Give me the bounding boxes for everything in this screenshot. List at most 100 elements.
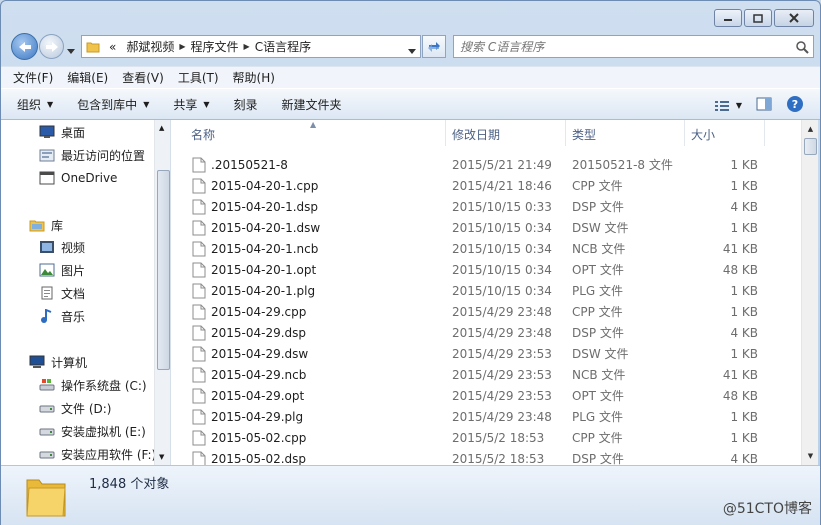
column-divider[interactable] — [445, 120, 446, 146]
column-header-date[interactable]: 修改日期 — [452, 126, 500, 143]
menu-edit[interactable]: 编辑(E) — [67, 69, 108, 86]
file-row[interactable]: 2015-04-29.plg 2015/4/29 23:48 PLG 文件 1 KB — [172, 406, 801, 427]
menu-help[interactable]: 帮助(H) — [233, 69, 275, 86]
file-name-cell[interactable]: 2015-04-29.plg — [192, 409, 303, 425]
file-name-cell[interactable]: 2015-04-29.dsp — [192, 325, 306, 341]
file-name-cell[interactable]: 2015-04-20-1.ncb — [192, 241, 318, 257]
nav-item-documents[interactable]: 文档 — [39, 282, 85, 304]
scroll-up-icon[interactable]: ▲ — [804, 122, 817, 136]
breadcrumb-item[interactable]: 程序文件 — [191, 38, 239, 55]
search-icon[interactable] — [795, 40, 809, 54]
recent-pages-dropdown[interactable] — [67, 43, 75, 57]
file-row[interactable]: 2015-04-20-1.ncb 2015/10/15 0:34 NCB 文件 41 … — [172, 238, 801, 259]
file-name-cell[interactable]: 2015-04-29.opt — [192, 388, 304, 404]
nav-item-music[interactable]: 音乐 — [39, 305, 85, 327]
share-button[interactable]: 共享 ▼ — [173, 96, 209, 113]
file-type: DSP 文件 — [572, 452, 624, 465]
column-header-size[interactable]: 大小 — [691, 126, 715, 143]
breadcrumb-item[interactable]: 郝斌视频 — [126, 38, 174, 55]
nav-item-drive-e[interactable]: 安装虚拟机 (E:) — [39, 420, 146, 442]
breadcrumb-separator-icon[interactable]: ▶ — [179, 42, 185, 51]
file-row[interactable]: 2015-05-02.dsp 2015/5/2 18:53 DSP 文件 4 KB — [172, 448, 801, 465]
nav-item-videos[interactable]: 视频 — [39, 236, 85, 258]
file-row[interactable]: 2015-04-20-1.plg 2015/10/15 0:34 PLG 文件 1 K… — [172, 280, 801, 301]
file-name-cell[interactable]: 2015-04-29.ncb — [192, 367, 306, 383]
file-name-cell[interactable]: 2015-05-02.cpp — [192, 430, 306, 446]
back-button[interactable] — [11, 33, 38, 60]
file-row[interactable]: 2015-05-02.cpp 2015/5/2 18:53 CPP 文件 1 KB — [172, 427, 801, 448]
include-in-library-label: 包含到库中 — [77, 97, 138, 112]
nav-item-drive-c[interactable]: 操作系统盘 (C:) — [39, 374, 147, 396]
forward-button[interactable] — [39, 34, 64, 59]
scrollbar-thumb[interactable] — [157, 170, 170, 370]
file-type: PLG 文件 — [572, 410, 624, 424]
minimize-button[interactable] — [714, 9, 742, 27]
menu-tools[interactable]: 工具(T) — [178, 69, 219, 86]
nav-item-libraries[interactable]: 库 — [29, 214, 63, 236]
file-name-cell[interactable]: 2015-04-20-1.opt — [192, 262, 316, 278]
scroll-down-icon[interactable]: ▼ — [804, 449, 817, 463]
breadcrumb-separator-icon[interactable]: ▶ — [244, 42, 250, 51]
file-name-cell[interactable]: 2015-04-29.cpp — [192, 304, 306, 320]
breadcrumb-item-current[interactable]: C语言程序 — [255, 38, 311, 55]
file-row[interactable]: .20150521-8 2015/5/21 21:49 20150521-8 文件 1… — [172, 154, 801, 175]
nav-item-onedrive[interactable]: OneDrive — [39, 167, 117, 189]
file-icon — [192, 241, 206, 256]
file-name-cell[interactable]: 2015-05-02.dsp — [192, 451, 306, 465]
nav-item-label: OneDrive — [61, 171, 118, 185]
file-date: 2015/4/29 23:53 — [452, 388, 552, 403]
file-name-cell[interactable]: 2015-04-29.dsw — [192, 346, 308, 362]
maximize-button[interactable] — [744, 9, 772, 27]
breadcrumb-overflow[interactable]: « — [109, 40, 116, 54]
file-name-cell[interactable]: 2015-04-20-1.dsp — [192, 199, 318, 215]
file-row[interactable]: 2015-04-29.cpp 2015/4/29 23:48 CPP 文件 1 KB — [172, 301, 801, 322]
column-divider[interactable] — [684, 120, 685, 146]
column-header-name[interactable]: 名称 — [191, 126, 215, 143]
include-in-library-button[interactable]: 包含到库中 ▼ — [77, 96, 149, 113]
close-button[interactable] — [774, 9, 814, 27]
file-row[interactable]: 2015-04-20-1.dsw 2015/10/15 0:34 DSW 文件 1 K… — [172, 217, 801, 238]
search-box[interactable] — [453, 35, 814, 58]
nav-item-recent-places[interactable]: 最近访问的位置 — [39, 144, 145, 166]
organize-button[interactable]: 组织 ▼ — [17, 96, 53, 113]
nav-item-drive-d[interactable]: 文件 (D:) — [39, 397, 111, 419]
scrollbar-thumb[interactable] — [804, 138, 817, 155]
nav-item-drive-f[interactable]: 安装应用软件 (F:) — [39, 443, 156, 465]
nav-item-pictures[interactable]: 图片 — [39, 259, 85, 281]
scroll-down-icon[interactable]: ▼ — [159, 453, 164, 461]
file-size: 41 KB — [722, 367, 758, 382]
file-row[interactable]: 2015-04-20-1.opt 2015/10/15 0:34 OPT 文件 48 … — [172, 259, 801, 280]
file-row[interactable]: 2015-04-20-1.dsp 2015/10/15 0:33 DSP 文件 4 K… — [172, 196, 801, 217]
burn-button[interactable]: 刻录 — [234, 96, 258, 113]
file-row[interactable]: 2015-04-29.opt 2015/4/29 23:53 OPT 文件 48 KB — [172, 385, 801, 406]
nav-item-computer[interactable]: 计算机 — [29, 351, 87, 373]
file-name: 2015-04-29.cpp — [211, 304, 307, 319]
navigation-scrollbar[interactable]: ▲ ▼ — [154, 120, 170, 465]
file-row[interactable]: 2015-04-29.ncb 2015/4/29 23:53 NCB 文件 41 KB — [172, 364, 801, 385]
refresh-button[interactable] — [422, 35, 446, 58]
column-divider[interactable] — [764, 120, 765, 146]
file-name: 2015-04-20-1.ncb — [211, 241, 319, 256]
file-list-scrollbar[interactable]: ▲ ▼ — [801, 120, 818, 465]
file-size: 4 KB — [730, 451, 758, 466]
file-name-cell[interactable]: 2015-04-20-1.cpp — [192, 178, 318, 194]
preview-pane-button[interactable] — [756, 97, 772, 114]
help-button[interactable]: ? — [786, 95, 804, 116]
column-header-type[interactable]: 类型 — [572, 126, 596, 143]
nav-item-desktop[interactable]: 桌面 — [39, 121, 85, 143]
column-divider[interactable] — [565, 120, 566, 146]
address-history-dropdown[interactable] — [408, 43, 416, 57]
menu-view[interactable]: 查看(V) — [122, 69, 164, 86]
file-name-cell[interactable]: .20150521-8 — [192, 157, 288, 173]
change-view-button[interactable]: ▼ — [714, 99, 742, 113]
address-bar[interactable]: « 郝斌视频 ▶ 程序文件 ▶ C语言程序 — [81, 35, 421, 58]
file-row[interactable]: 2015-04-29.dsw 2015/4/29 23:53 DSW 文件 1 KB — [172, 343, 801, 364]
file-name-cell[interactable]: 2015-04-20-1.dsw — [192, 220, 320, 236]
new-folder-button[interactable]: 新建文件夹 — [282, 96, 342, 113]
menu-file[interactable]: 文件(F) — [13, 69, 53, 86]
scroll-up-icon[interactable]: ▲ — [159, 124, 164, 132]
search-input[interactable] — [460, 39, 780, 54]
file-name-cell[interactable]: 2015-04-20-1.plg — [192, 283, 315, 299]
file-row[interactable]: 2015-04-29.dsp 2015/4/29 23:48 DSP 文件 4 KB — [172, 322, 801, 343]
file-row[interactable]: 2015-04-20-1.cpp 2015/4/21 18:46 CPP 文件 1 K… — [172, 175, 801, 196]
